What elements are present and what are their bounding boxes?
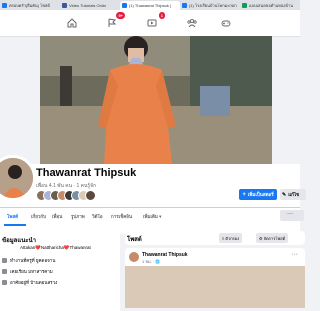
post-image[interactable] (125, 266, 305, 308)
cover-photo[interactable] (40, 36, 272, 164)
facebook-favicon-icon (182, 3, 187, 8)
chevron-down-icon: ▾ (159, 214, 162, 219)
gear-icon: ⚙ (259, 235, 263, 241)
briefcase-icon (2, 258, 7, 264)
filter-button[interactable]: ≡ ตัวกรอง (219, 233, 243, 243)
browser-tab[interactable]: Video Tutorials Onlin (60, 1, 120, 10)
more-dots-icon: ··· (287, 211, 293, 217)
posts-header-card: โพสต์ ≡ ตัวกรอง ⚙ จัดการโพสต์ (125, 231, 305, 245)
browser-tab[interactable]: แบบเสนอขอตำแหน่งบ้าน (240, 1, 300, 10)
nav-watch[interactable]: 1 (144, 12, 165, 31)
groups-icon (187, 18, 197, 28)
browser-tab-active[interactable]: (1) Thawanrat Thipsuk | (120, 1, 180, 10)
browser-tab[interactable]: (1) โรงเรียนบ้านโคกมะกอก (180, 1, 240, 10)
add-story-button[interactable]: + เพิ่มเป็นสตอรี่ (239, 189, 277, 200)
tab-about[interactable]: เกี่ยวกับ (31, 213, 46, 220)
tab-posts[interactable]: โพสต์ (7, 213, 18, 220)
pencil-icon: ✎ (282, 191, 287, 198)
graduation-cap-icon (2, 269, 7, 275)
active-tab-indicator (4, 224, 26, 226)
filter-icon: ≡ (222, 235, 225, 241)
tab-friends[interactable]: เพื่อน (52, 213, 62, 220)
friends-count[interactable]: เพื่อน 4.1 พัน คน · 1 คนรู้จัก (36, 182, 96, 190)
edit-profile-button[interactable]: ✎ แก้ไข (280, 189, 306, 200)
friend-avatar[interactable] (85, 190, 96, 201)
nav-groups[interactable] (184, 15, 200, 31)
intro-education: เคยเรียน มหาสารคาม (2, 268, 53, 275)
home-location-icon (2, 280, 7, 286)
post-author-avatar[interactable] (129, 252, 139, 262)
tab-more[interactable]: เพิ่มเติม ▾ (143, 213, 161, 220)
intro-location: อาศัยอยู่ที่ บ้านดอนสรวง (2, 279, 57, 286)
flag-icon (108, 18, 117, 27)
intro-title: ข้อมูลแนะนำ (2, 238, 36, 244)
post-options-icon[interactable]: ··· (291, 251, 298, 258)
nav-gaming[interactable] (218, 15, 234, 31)
site-favicon-icon (62, 3, 67, 8)
facebook-favicon-icon (2, 3, 7, 8)
posts-title: โพสต์ (127, 237, 142, 243)
post-card: Thawanrat Thipsuk 1 ชม. · 🌐 ··· (125, 248, 305, 308)
browser-tab[interactable]: ครอบครัว(สีมคัน) โพสต์ (0, 1, 60, 10)
watch-badge: 1 (158, 12, 165, 19)
manage-posts-button[interactable]: ⚙ จัดการโพสต์ (256, 233, 289, 243)
intro-work: ทำงานที่ครูที่ ยูคดอจาน (2, 257, 55, 264)
sheets-favicon-icon (242, 3, 247, 8)
intro-card: ข้อมูลแนะนำ Attakan❤️Nattharicha❤️Thawan… (0, 231, 120, 311)
header-divider (0, 207, 300, 208)
more-options-button[interactable]: ··· (280, 210, 304, 221)
facebook-top-nav: 9+ 1 (0, 10, 300, 37)
tab-checkins[interactable]: การเช็คอิน (111, 213, 132, 220)
plus-icon: + (242, 191, 246, 198)
home-icon (67, 18, 77, 28)
profile-name: Thawanrat Thipsuk (36, 167, 137, 179)
facebook-favicon-icon (122, 3, 127, 8)
notification-badge: 9+ (116, 12, 125, 19)
tab-photos[interactable]: รูปภาพ (71, 213, 85, 220)
video-icon (147, 19, 157, 27)
nav-notifications[interactable]: 9+ (104, 12, 125, 31)
nav-home[interactable] (64, 15, 80, 31)
avatar-image (0, 158, 33, 198)
cover-image (40, 36, 272, 164)
tab-videos[interactable]: วิดีโอ (92, 213, 103, 220)
gamepad-icon (221, 20, 231, 27)
intro-bio: Attakan❤️Nattharicha❤️Thawanrat (20, 245, 91, 250)
post-timestamp[interactable]: 1 ชม. · 🌐 (142, 258, 160, 265)
